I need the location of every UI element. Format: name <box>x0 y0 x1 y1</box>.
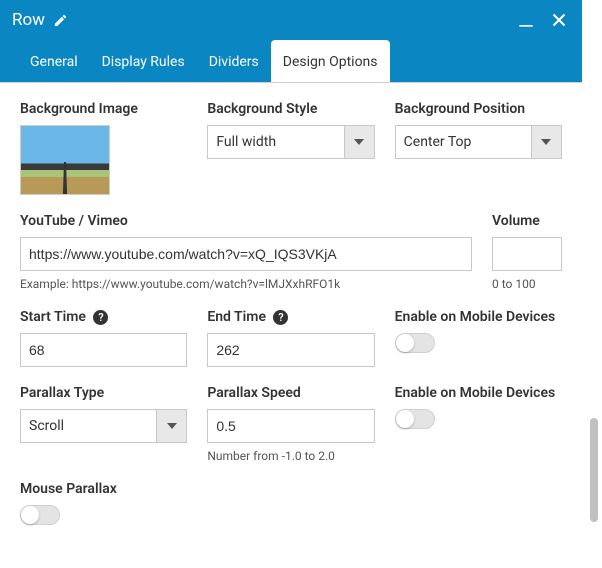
tab-display-rules[interactable]: Display Rules <box>90 40 197 82</box>
label-start-time: Start Time ? <box>20 309 187 325</box>
bg-position-select[interactable]: Center Top <box>395 125 562 159</box>
label-enable-mobile-2: Enable on Mobile Devices <box>395 385 562 401</box>
label-enable-mobile-1: Enable on Mobile Devices <box>395 309 562 325</box>
titlebar: Row <box>0 0 582 40</box>
chevron-down-icon <box>344 126 374 158</box>
label-parallax-speed: Parallax Speed <box>207 385 374 401</box>
label-bg-image: Background Image <box>20 101 187 117</box>
end-time-input[interactable] <box>207 333 374 367</box>
content-pane: Background Image Background Style Full w… <box>0 83 582 563</box>
label-parallax-type: Parallax Type <box>20 385 187 401</box>
help-icon[interactable]: ? <box>93 310 108 325</box>
tabstrip: General Display Rules Dividers Design Op… <box>0 40 582 83</box>
minimize-icon[interactable] <box>516 10 536 30</box>
parallax-type-select[interactable]: Scroll <box>20 409 187 443</box>
chevron-down-icon <box>156 410 186 442</box>
hint-parallax-speed: Number from -1.0 to 2.0 <box>207 449 374 463</box>
tab-dividers[interactable]: Dividers <box>197 40 271 82</box>
enable-mobile-toggle-2[interactable] <box>395 409 435 429</box>
chevron-down-icon <box>531 126 561 158</box>
label-volume: Volume <box>492 213 562 229</box>
hint-volume: 0 to 100 <box>492 277 562 291</box>
tab-general[interactable]: General <box>18 40 90 82</box>
scrollbar[interactable] <box>582 0 602 568</box>
youtube-input[interactable] <box>20 237 472 271</box>
close-icon[interactable] <box>548 9 570 31</box>
mouse-parallax-toggle[interactable] <box>20 505 60 525</box>
volume-input[interactable] <box>492 237 562 271</box>
label-mouse-parallax: Mouse Parallax <box>20 481 562 497</box>
background-image-thumb[interactable] <box>20 125 110 195</box>
edit-icon[interactable] <box>53 13 68 28</box>
hint-youtube: Example: https://www.youtube.com/watch?v… <box>20 277 472 291</box>
tab-design-options[interactable]: Design Options <box>271 40 390 82</box>
bg-style-value: Full width <box>216 134 276 150</box>
parallax-type-value: Scroll <box>29 418 64 434</box>
label-bg-style: Background Style <box>207 101 374 117</box>
window-title: Row <box>12 10 45 30</box>
scroll-thumb[interactable] <box>590 418 598 522</box>
label-bg-position: Background Position <box>395 101 562 117</box>
help-icon[interactable]: ? <box>273 310 288 325</box>
enable-mobile-toggle-1[interactable] <box>395 333 435 353</box>
bg-position-value: Center Top <box>404 134 472 150</box>
label-end-time: End Time ? <box>207 309 374 325</box>
parallax-speed-input[interactable] <box>207 409 374 443</box>
bg-style-select[interactable]: Full width <box>207 125 374 159</box>
label-youtube: YouTube / Vimeo <box>20 213 472 229</box>
start-time-input[interactable] <box>20 333 187 367</box>
